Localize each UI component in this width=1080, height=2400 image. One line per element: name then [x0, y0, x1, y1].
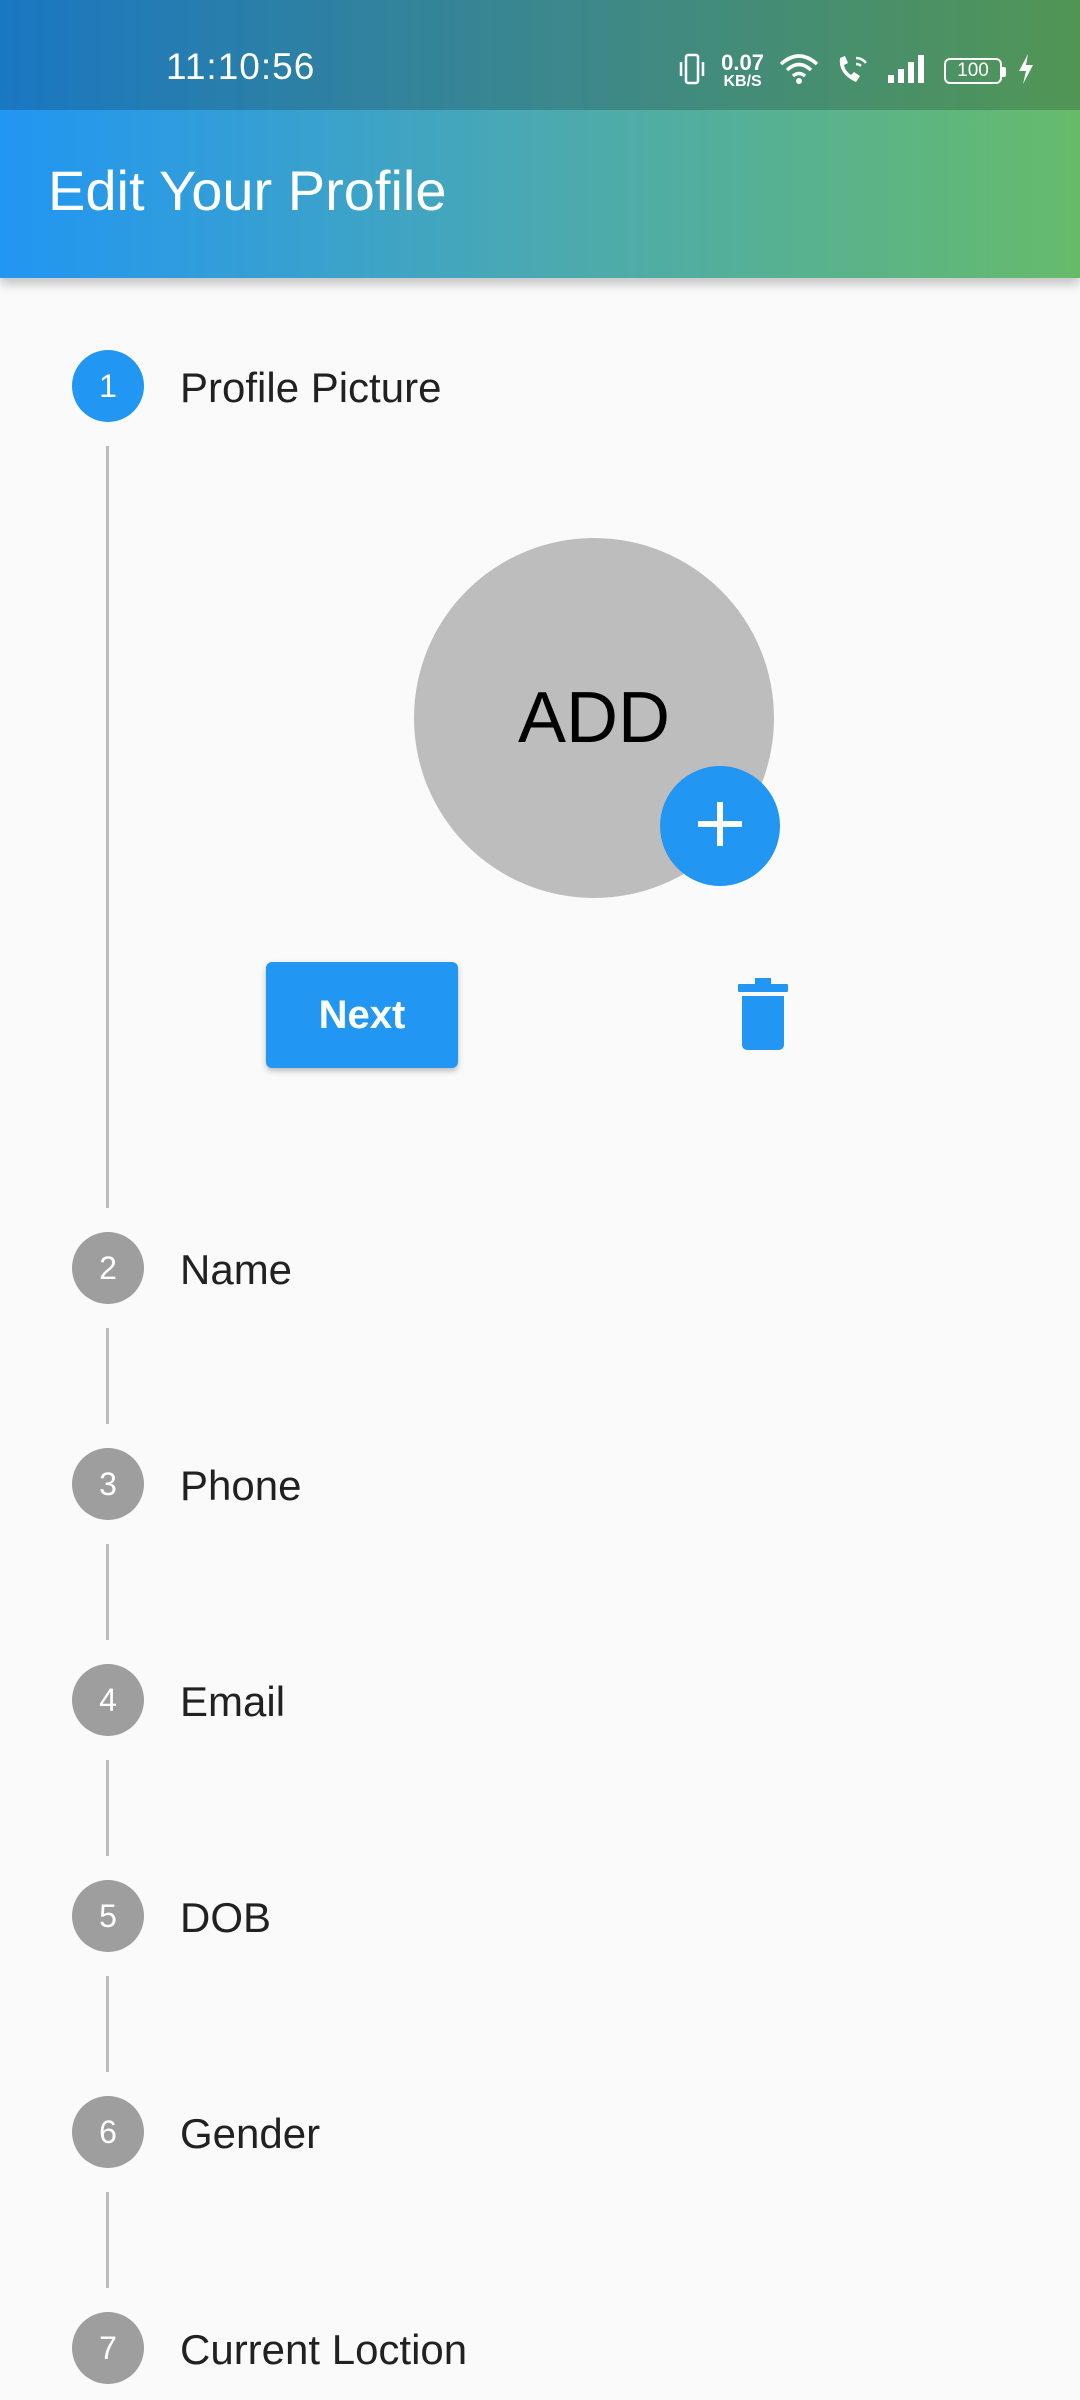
- step-title: Name: [180, 1246, 293, 1293]
- step-number: 6: [72, 2096, 144, 2168]
- step-current-location[interactable]: 7 Current Loction: [0, 2308, 1080, 2388]
- step-profile-picture[interactable]: 1 Profile Picture: [0, 346, 1080, 426]
- step-connector: [106, 1976, 109, 2072]
- delete-photo-button[interactable]: [726, 976, 800, 1056]
- signal-icon: [886, 53, 930, 90]
- step-number: 3: [72, 1448, 144, 1520]
- step-number: 7: [72, 2312, 144, 2384]
- step-dob[interactable]: 5 DOB: [0, 1876, 1080, 1956]
- status-time: 11:10:56: [166, 46, 316, 87]
- network-speed-value: 0.07: [721, 50, 764, 75]
- status-bar: 11:10:56 0.07 KB/S 100: [0, 0, 1080, 110]
- step-number: 5: [72, 1880, 144, 1952]
- step-title: Email: [180, 1678, 286, 1725]
- plus-icon: [694, 798, 746, 855]
- step-connector: [106, 1328, 109, 1424]
- wifi-icon: [778, 52, 820, 91]
- add-photo-button[interactable]: [660, 766, 780, 886]
- step-title: Current Loction: [180, 2326, 468, 2373]
- app-header: 11:10:56 0.07 KB/S 100 Edit Your Profile: [0, 0, 1080, 278]
- network-speed: 0.07 KB/S: [721, 52, 764, 90]
- step-gender[interactable]: 6 Gender: [0, 2092, 1080, 2172]
- step-email[interactable]: 4 Email: [0, 1660, 1080, 1740]
- step-title: DOB: [180, 1894, 272, 1941]
- battery-icon: 100: [944, 58, 1006, 84]
- step-title: Profile Picture: [180, 364, 442, 411]
- step-phone[interactable]: 3 Phone: [0, 1444, 1080, 1524]
- charging-icon: [1016, 52, 1036, 91]
- step-number: 2: [72, 1232, 144, 1304]
- step-connector: [106, 2192, 109, 2288]
- step-number: 1: [72, 350, 144, 422]
- status-icons: 0.07 KB/S 100: [677, 46, 1036, 96]
- network-speed-unit: KB/S: [723, 73, 762, 90]
- wifi-call-icon: [834, 52, 872, 91]
- trash-icon: [736, 977, 790, 1055]
- step-connector: [106, 1760, 109, 1856]
- page-title: Edit Your Profile: [48, 159, 447, 222]
- vibrate-icon: [677, 52, 707, 91]
- step-name[interactable]: 2 Name: [0, 1228, 1080, 1308]
- step-connector: [106, 446, 109, 1208]
- next-button[interactable]: Next: [266, 962, 458, 1068]
- step-title: Gender: [180, 2110, 321, 2157]
- step-connector: [106, 1544, 109, 1640]
- step-number: 4: [72, 1664, 144, 1736]
- step-title: Phone: [180, 1462, 302, 1509]
